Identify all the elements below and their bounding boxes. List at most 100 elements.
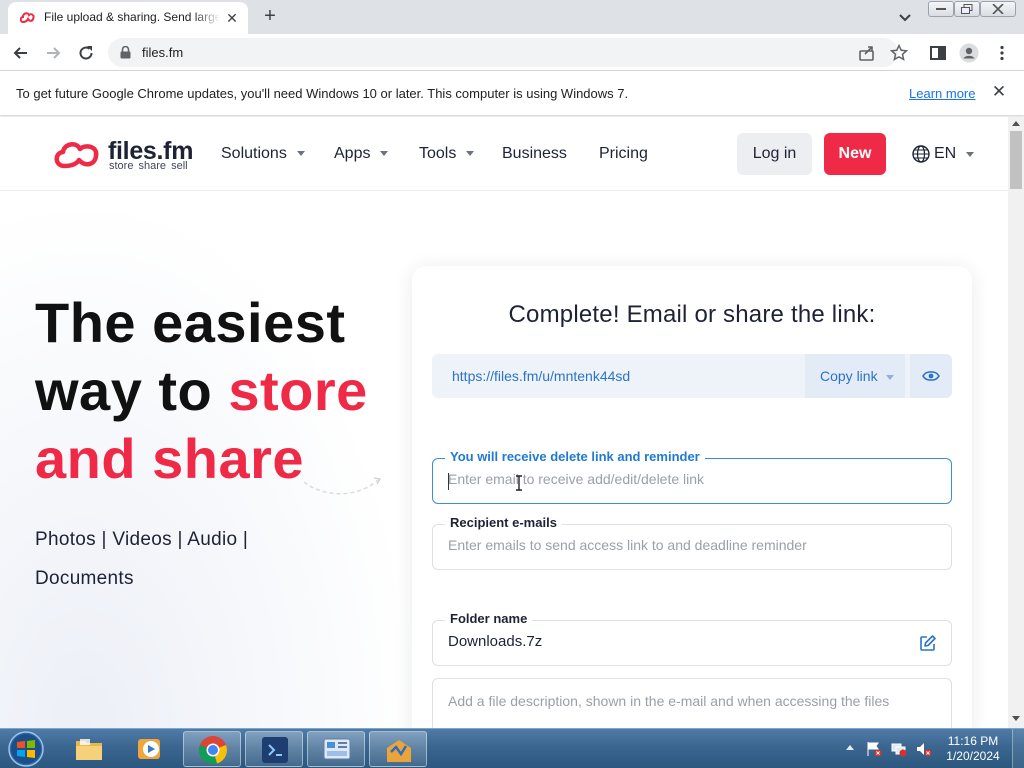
file-description-field[interactable]: Add a file description, shown in the e-m… <box>432 678 952 728</box>
media-player-icon <box>138 739 160 759</box>
tray-overflow-icon[interactable] <box>846 745 854 750</box>
sidebar-icon[interactable] <box>928 43 948 63</box>
scroll-down-arrow-icon[interactable] <box>1012 716 1020 721</box>
lock-icon[interactable] <box>120 46 131 59</box>
star-icon[interactable] <box>889 43 909 63</box>
hero-line-1: The easiest <box>35 291 346 354</box>
infobar-message: To get future Google Chrome updates, you… <box>16 86 629 101</box>
folder-name-field: Folder name <box>432 611 952 666</box>
page-scrollbar[interactable] <box>1008 117 1024 728</box>
infobar-close-icon[interactable]: ✕ <box>990 83 1008 101</box>
app-icon <box>387 740 411 762</box>
chevron-down-icon <box>380 151 389 157</box>
edit-icon[interactable] <box>919 634 937 652</box>
url-text: files.fm <box>142 45 184 60</box>
taskbar-media-player[interactable] <box>121 731 179 767</box>
tab-strip: File upload & sharing. Send large ✕ + <box>0 0 1024 34</box>
back-icon[interactable] <box>11 43 31 63</box>
globe-icon <box>912 145 930 163</box>
hero-line-2: way to store <box>35 357 405 425</box>
hero-line-2-text: way to <box>35 359 229 422</box>
new-tab-button[interactable]: + <box>260 6 280 28</box>
scroll-up-arrow-icon[interactable] <box>1012 121 1020 126</box>
folder-icon <box>76 739 102 760</box>
preview-button[interactable] <box>910 354 952 398</box>
taskbar-code-editor[interactable] <box>245 731 303 767</box>
control-panel-icon <box>323 738 351 760</box>
show-desktop-button[interactable] <box>1012 729 1024 768</box>
chevron-down-icon <box>296 151 305 157</box>
vscode-icon <box>262 737 288 763</box>
ibeam-cursor-icon <box>516 475 522 491</box>
windows-taskbar: 11:16 PM 1/20/2024 <box>0 728 1024 768</box>
recipient-emails-input[interactable] <box>448 537 928 553</box>
site-header: files.fm store share sell Solutions Apps… <box>0 117 1008 191</box>
chevron-down-icon <box>885 374 894 380</box>
taskbar-explorer[interactable] <box>60 731 118 767</box>
action-center-flag-icon[interactable] <box>866 741 882 757</box>
browser-tab[interactable]: File upload & sharing. Send large ✕ <box>8 2 248 34</box>
login-button[interactable]: Log in <box>737 133 812 175</box>
clock-date: 1/20/2024 <box>946 749 1000 763</box>
upload-complete-card: Complete! Email or share the link: https… <box>412 266 972 728</box>
taskbar-control-panel[interactable] <box>307 731 365 767</box>
decorative-arc <box>303 477 381 495</box>
hero-headline: The easiest way to store and share <box>35 289 405 493</box>
system-clock[interactable]: 11:16 PM 1/20/2024 <box>940 734 1006 764</box>
media-types-line-2: Documents <box>35 568 134 589</box>
chrome-icon <box>199 736 227 765</box>
nav-solutions-label: Solutions <box>221 145 287 162</box>
volume-icon[interactable] <box>916 741 932 757</box>
cloud-logo-icon <box>54 142 99 169</box>
forward-icon[interactable] <box>43 43 63 63</box>
language-code: EN <box>934 145 957 162</box>
text-cursor <box>448 473 449 490</box>
folder-name-input[interactable] <box>448 633 928 650</box>
media-types-line-1: Photos | Videos | Audio | <box>35 529 249 550</box>
nav-tools[interactable]: Tools <box>419 145 475 163</box>
new-button[interactable]: New <box>824 133 886 175</box>
network-icon[interactable] <box>891 741 907 757</box>
window-close-button[interactable] <box>980 1 1016 17</box>
tab-close-icon[interactable]: ✕ <box>224 10 240 26</box>
files-fm-logo[interactable]: files.fm store share sell <box>52 134 202 174</box>
nav-apps-label: Apps <box>334 145 371 162</box>
nav-business[interactable]: Business <box>502 145 567 163</box>
copy-link-button[interactable]: Copy link <box>805 354 905 398</box>
share-link-row: https://files.fm/u/mntenk44sd Copy link <box>432 354 952 398</box>
files-fm-favicon <box>20 12 35 24</box>
recipient-emails-label: Recipient e-mails <box>445 515 562 530</box>
share-icon[interactable] <box>857 43 877 63</box>
logo-tagline: store share sell <box>109 160 188 172</box>
taskbar-app[interactable] <box>369 731 427 767</box>
profile-icon[interactable] <box>959 43 979 63</box>
nav-tools-label: Tools <box>419 145 457 162</box>
chevron-down-icon <box>966 152 974 157</box>
card-title: Complete! Email or share the link: <box>508 301 876 328</box>
update-infobar: To get future Google Chrome updates, you… <box>0 71 1024 116</box>
nav-pricing[interactable]: Pricing <box>599 145 648 163</box>
nav-apps[interactable]: Apps <box>334 145 389 163</box>
file-description-placeholder: Add a file description, shown in the e-m… <box>448 693 890 709</box>
chevron-down-icon <box>466 151 475 157</box>
tab-search-chevron-icon[interactable] <box>896 8 914 26</box>
window-minimize-button[interactable] <box>928 1 954 17</box>
recipient-emails-field: Recipient e-mails <box>432 515 952 570</box>
eye-icon <box>922 371 940 381</box>
copy-link-label: Copy link <box>820 368 878 384</box>
address-bar[interactable]: files.fm <box>108 38 898 67</box>
learn-more-link[interactable]: Learn more <box>909 86 975 101</box>
scroll-thumb[interactable] <box>1010 131 1022 189</box>
nav-solutions[interactable]: Solutions <box>221 145 305 163</box>
windows-start-icon[interactable] <box>6 730 46 768</box>
media-types-list: Photos | Videos | Audio | Documents <box>35 520 335 598</box>
taskbar-chrome[interactable] <box>183 731 241 767</box>
reload-icon[interactable] <box>76 43 96 63</box>
delete-link-email-field: You will receive delete link and reminde… <box>432 449 952 504</box>
window-restore-button[interactable] <box>954 1 980 17</box>
web-page: files.fm store share sell Solutions Apps… <box>0 117 1008 728</box>
folder-name-label: Folder name <box>445 611 533 626</box>
share-link-url[interactable]: https://files.fm/u/mntenk44sd <box>452 368 630 384</box>
delete-link-label: You will receive delete link and reminde… <box>445 449 705 464</box>
kebab-menu-icon[interactable] <box>992 43 1012 63</box>
